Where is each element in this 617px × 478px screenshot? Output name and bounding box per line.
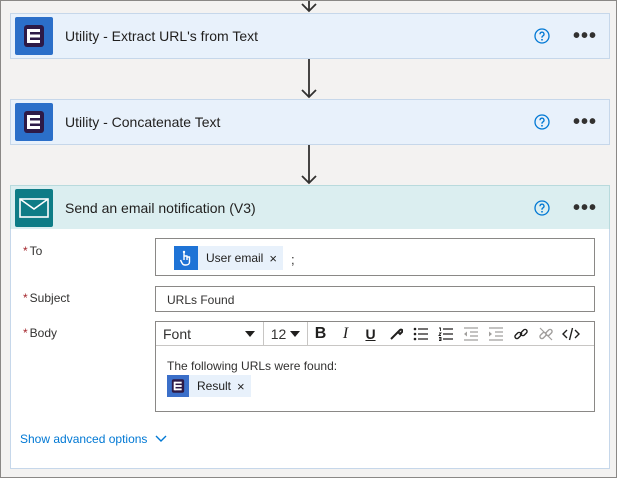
- step-title: Utility - Extract URL's from Text: [65, 28, 258, 44]
- body-label: * Body: [23, 326, 58, 340]
- step-concatenate-text[interactable]: Utility - Concatenate Text •••: [10, 99, 610, 145]
- email-step-body: * To User email × ; * Subject URLs Found *…: [10, 229, 610, 469]
- help-icon[interactable]: [533, 27, 551, 45]
- help-icon[interactable]: [533, 199, 551, 217]
- more-options-icon[interactable]: •••: [573, 198, 597, 218]
- user-email-token[interactable]: User email ×: [174, 246, 283, 270]
- to-label: * To: [23, 244, 43, 258]
- chevron-down-icon: [155, 435, 167, 442]
- required-marker: *: [23, 244, 28, 258]
- chevron-down-icon: [245, 330, 255, 337]
- more-options-icon[interactable]: •••: [573, 112, 597, 132]
- subject-input[interactable]: URLs Found: [155, 286, 595, 312]
- show-advanced-options-link[interactable]: Show advanced options: [20, 432, 167, 446]
- to-separator: ;: [291, 252, 295, 267]
- increase-indent-icon[interactable]: [483, 322, 508, 345]
- utility-app-icon: [167, 375, 189, 397]
- unlink-icon[interactable]: [533, 322, 558, 345]
- help-icon[interactable]: [533, 113, 551, 131]
- token-label: Result: [197, 379, 232, 393]
- required-marker: *: [23, 326, 28, 340]
- connector-arrow: [299, 145, 319, 185]
- subject-value: URLs Found: [167, 293, 235, 307]
- step-title: Send an email notification (V3): [65, 200, 256, 216]
- connector-arrow: [299, 59, 319, 99]
- step-title: Utility - Concatenate Text: [65, 114, 221, 130]
- color-picker-icon[interactable]: [383, 322, 408, 345]
- subject-label: * Subject: [23, 291, 70, 305]
- remove-token-icon[interactable]: ×: [237, 379, 251, 394]
- required-marker: *: [23, 291, 28, 305]
- step-send-email[interactable]: Send an email notification (V3) •••: [10, 185, 610, 231]
- connector-arrow-top: [299, 1, 319, 13]
- mail-app-icon: [15, 189, 53, 227]
- bold-icon[interactable]: B: [308, 322, 333, 345]
- decrease-indent-icon[interactable]: [458, 322, 483, 345]
- utility-app-icon: [15, 17, 53, 55]
- utility-app-icon: [15, 103, 53, 141]
- code-view-icon[interactable]: [558, 322, 583, 345]
- chevron-down-icon: [290, 330, 301, 337]
- numbered-list-icon[interactable]: [433, 322, 458, 345]
- underline-icon[interactable]: U: [358, 322, 383, 345]
- link-icon[interactable]: [508, 322, 533, 345]
- more-options-icon[interactable]: •••: [573, 26, 597, 46]
- font-size-select[interactable]: 12: [264, 322, 308, 345]
- step-extract-urls[interactable]: Utility - Extract URL's from Text •••: [10, 13, 610, 59]
- bulleted-list-icon[interactable]: [408, 322, 433, 345]
- font-select[interactable]: Font: [156, 322, 264, 345]
- remove-token-icon[interactable]: ×: [269, 251, 283, 266]
- rich-text-toolbar: Font 12 B I U: [156, 322, 594, 346]
- to-field[interactable]: User email × ;: [155, 238, 595, 276]
- touch-icon: [174, 246, 198, 270]
- token-label: User email: [206, 251, 264, 265]
- result-token[interactable]: Result ×: [167, 375, 251, 397]
- body-editor[interactable]: Font 12 B I U The following URLs were fo…: [155, 321, 595, 412]
- body-text: The following URLs were found:: [167, 359, 338, 373]
- italic-icon[interactable]: I: [333, 322, 358, 345]
